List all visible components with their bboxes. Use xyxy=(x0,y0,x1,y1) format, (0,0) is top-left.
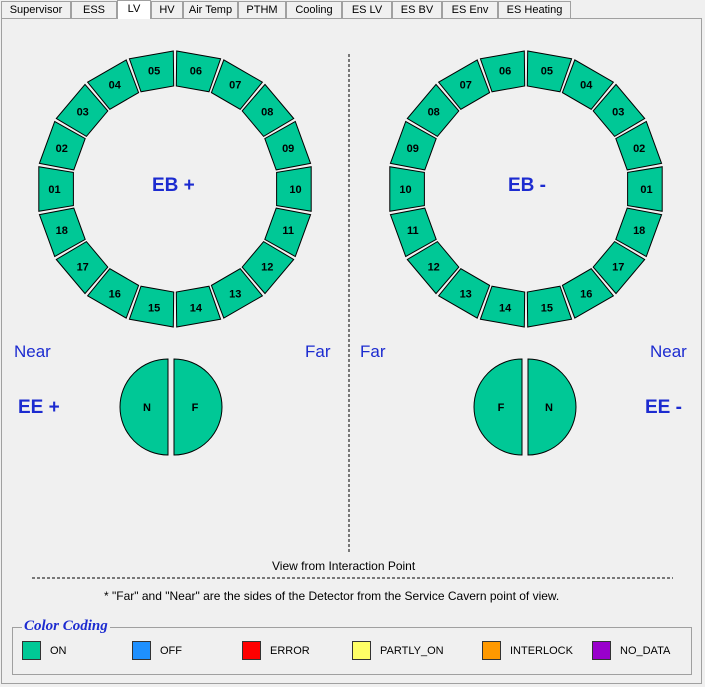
legend-label: INTERLOCK xyxy=(510,645,573,657)
legend-item-off: OFF xyxy=(132,641,232,661)
legend-label: ERROR xyxy=(270,645,310,657)
eb-plus-sector-label: 05 xyxy=(148,65,160,77)
legend-label: PARTLY_ON xyxy=(380,645,444,657)
eb-plus-sector-label: 07 xyxy=(229,80,241,92)
tab-bar: Supervisor ESS LV HV Air Temp PTHM Cooling ES L… xyxy=(0,0,705,19)
tab-pthm[interactable]: PTHM xyxy=(238,1,286,18)
eb-minus-sector-label: 03 xyxy=(612,107,624,119)
eb-plus-sector-label: 18 xyxy=(56,225,68,237)
eb-minus-sector-label: 04 xyxy=(580,80,593,92)
detector-diagram: 01 02 03 04 05 06 07 08 09 10 11 12 13 14 15 16 17 18 01 02… xyxy=(32,50,673,579)
tab-lv[interactable]: LV xyxy=(117,0,151,19)
eb-plus-sector-label: 08 xyxy=(261,107,273,119)
eb-minus-sector-label: 17 xyxy=(612,262,624,274)
eb-minus-sector-label: 07 xyxy=(460,80,472,92)
eb-minus-sector-label: 09 xyxy=(407,143,419,155)
legend-item-on: ON xyxy=(22,641,122,661)
eb-plus-label: EB + xyxy=(152,175,195,196)
legend-swatch xyxy=(482,641,501,660)
legend-swatch xyxy=(352,641,371,660)
eb-plus-sector-label: 02 xyxy=(56,143,68,155)
ee-minus-near-label: Near xyxy=(650,342,687,361)
eb-plus-sector-label: 17 xyxy=(77,262,89,274)
ee-minus-far-label: Far xyxy=(360,342,386,361)
eb-minus-sector-01[interactable]: 01 xyxy=(627,166,663,212)
ee-plus-near-label: Near xyxy=(14,342,51,361)
tab-air-temp[interactable]: Air Temp xyxy=(183,1,238,18)
legend-title: Color Coding xyxy=(22,618,110,635)
eb-plus-sector-label: 01 xyxy=(48,184,60,196)
footnote: * "Far" and "Near" are the sides of the … xyxy=(104,589,560,603)
eb-minus-sector-label: 06 xyxy=(499,65,511,77)
legend-item-error: ERROR xyxy=(242,641,342,661)
color-coding-legend: Color Coding ON OFF ERROR PARTLY_ON INTERLOC… xyxy=(12,618,692,675)
tab-es-bv[interactable]: ES BV xyxy=(392,1,442,18)
tab-es-lv[interactable]: ES LV xyxy=(342,1,392,18)
eb-minus-sector-label: 10 xyxy=(399,184,411,196)
ee-minus-half-label: F xyxy=(498,402,505,414)
eb-minus-sector-label: 08 xyxy=(428,107,440,119)
eb-minus-sector-label: 12 xyxy=(428,262,440,274)
ee-plus-half-n[interactable]: N xyxy=(119,358,169,456)
tab-hv[interactable]: HV xyxy=(151,1,183,18)
view-caption: View from Interaction Point xyxy=(272,559,416,573)
ee-minus-half-n[interactable]: N xyxy=(527,358,577,456)
legend-item-no-data: NO_DATA xyxy=(592,641,692,661)
eb-minus-label: EB - xyxy=(508,175,546,196)
eb-plus-sector-label: 09 xyxy=(282,143,294,155)
eb-minus-sector-label: 14 xyxy=(499,303,512,315)
eb-plus-sector-label: 11 xyxy=(282,225,294,237)
ee-plus-label: EE + xyxy=(18,397,60,418)
eb-minus-sector-label: 05 xyxy=(541,65,553,77)
eb-plus-sector-label: 12 xyxy=(261,262,273,274)
tab-cooling[interactable]: Cooling xyxy=(286,1,342,18)
eb-plus-sector-label: 15 xyxy=(148,303,160,315)
legend-swatch xyxy=(132,641,151,660)
ee-plus-half-label: N xyxy=(143,402,151,414)
eb-plus-sector-label: 06 xyxy=(190,65,202,77)
eb-minus-sector-label: 16 xyxy=(580,288,592,300)
eb-plus-sector-label: 13 xyxy=(229,288,241,300)
eb-plus-sector-label: 14 xyxy=(190,303,203,315)
tab-es-heating[interactable]: ES Heating xyxy=(498,1,571,18)
eb-plus-sector-label: 10 xyxy=(289,184,301,196)
legend-swatch xyxy=(242,641,261,660)
eb-minus-sector-10[interactable]: 10 xyxy=(389,166,425,212)
eb-plus-sector-label: 04 xyxy=(109,80,122,92)
eb-plus-sector-label: 03 xyxy=(77,107,89,119)
eb-minus-sector-label: 15 xyxy=(541,303,553,315)
ee-plus-far-label: Far xyxy=(305,342,331,361)
ee-plus-half-f[interactable]: F xyxy=(173,358,223,456)
eb-minus-sector-label: 18 xyxy=(633,225,645,237)
tab-supervisor[interactable]: Supervisor xyxy=(1,1,71,18)
legend-swatch xyxy=(22,641,41,660)
legend-label: OFF xyxy=(160,645,182,657)
ee-minus-half-label: N xyxy=(545,402,553,414)
ee-minus-half-f[interactable]: F xyxy=(473,358,523,456)
eb-minus-sector-label: 01 xyxy=(640,184,652,196)
eb-minus-sector-label: 11 xyxy=(407,225,419,237)
legend-label: NO_DATA xyxy=(620,645,671,657)
legend-item-partly-on: PARTLY_ON xyxy=(352,641,452,661)
lv-panel: 01 02 03 04 05 06 07 08 09 10 11 12 13 14 15 16 17 18 01 02… xyxy=(1,18,702,684)
legend-item-interlock: INTERLOCK xyxy=(482,641,582,661)
ee-plus-half-label: F xyxy=(192,402,199,414)
legend-label: ON xyxy=(50,645,67,657)
eb-plus-sector-label: 16 xyxy=(109,288,121,300)
eb-minus-sector-label: 13 xyxy=(460,288,472,300)
eb-minus-sector-label: 02 xyxy=(633,143,645,155)
eb-plus-sector-10[interactable]: 10 xyxy=(276,166,312,212)
legend-swatch xyxy=(592,641,611,660)
tab-es-env[interactable]: ES Env xyxy=(442,1,498,18)
eb-plus-sector-01[interactable]: 01 xyxy=(38,166,74,212)
ee-minus-label: EE - xyxy=(645,397,682,418)
tab-ess[interactable]: ESS xyxy=(71,1,117,18)
